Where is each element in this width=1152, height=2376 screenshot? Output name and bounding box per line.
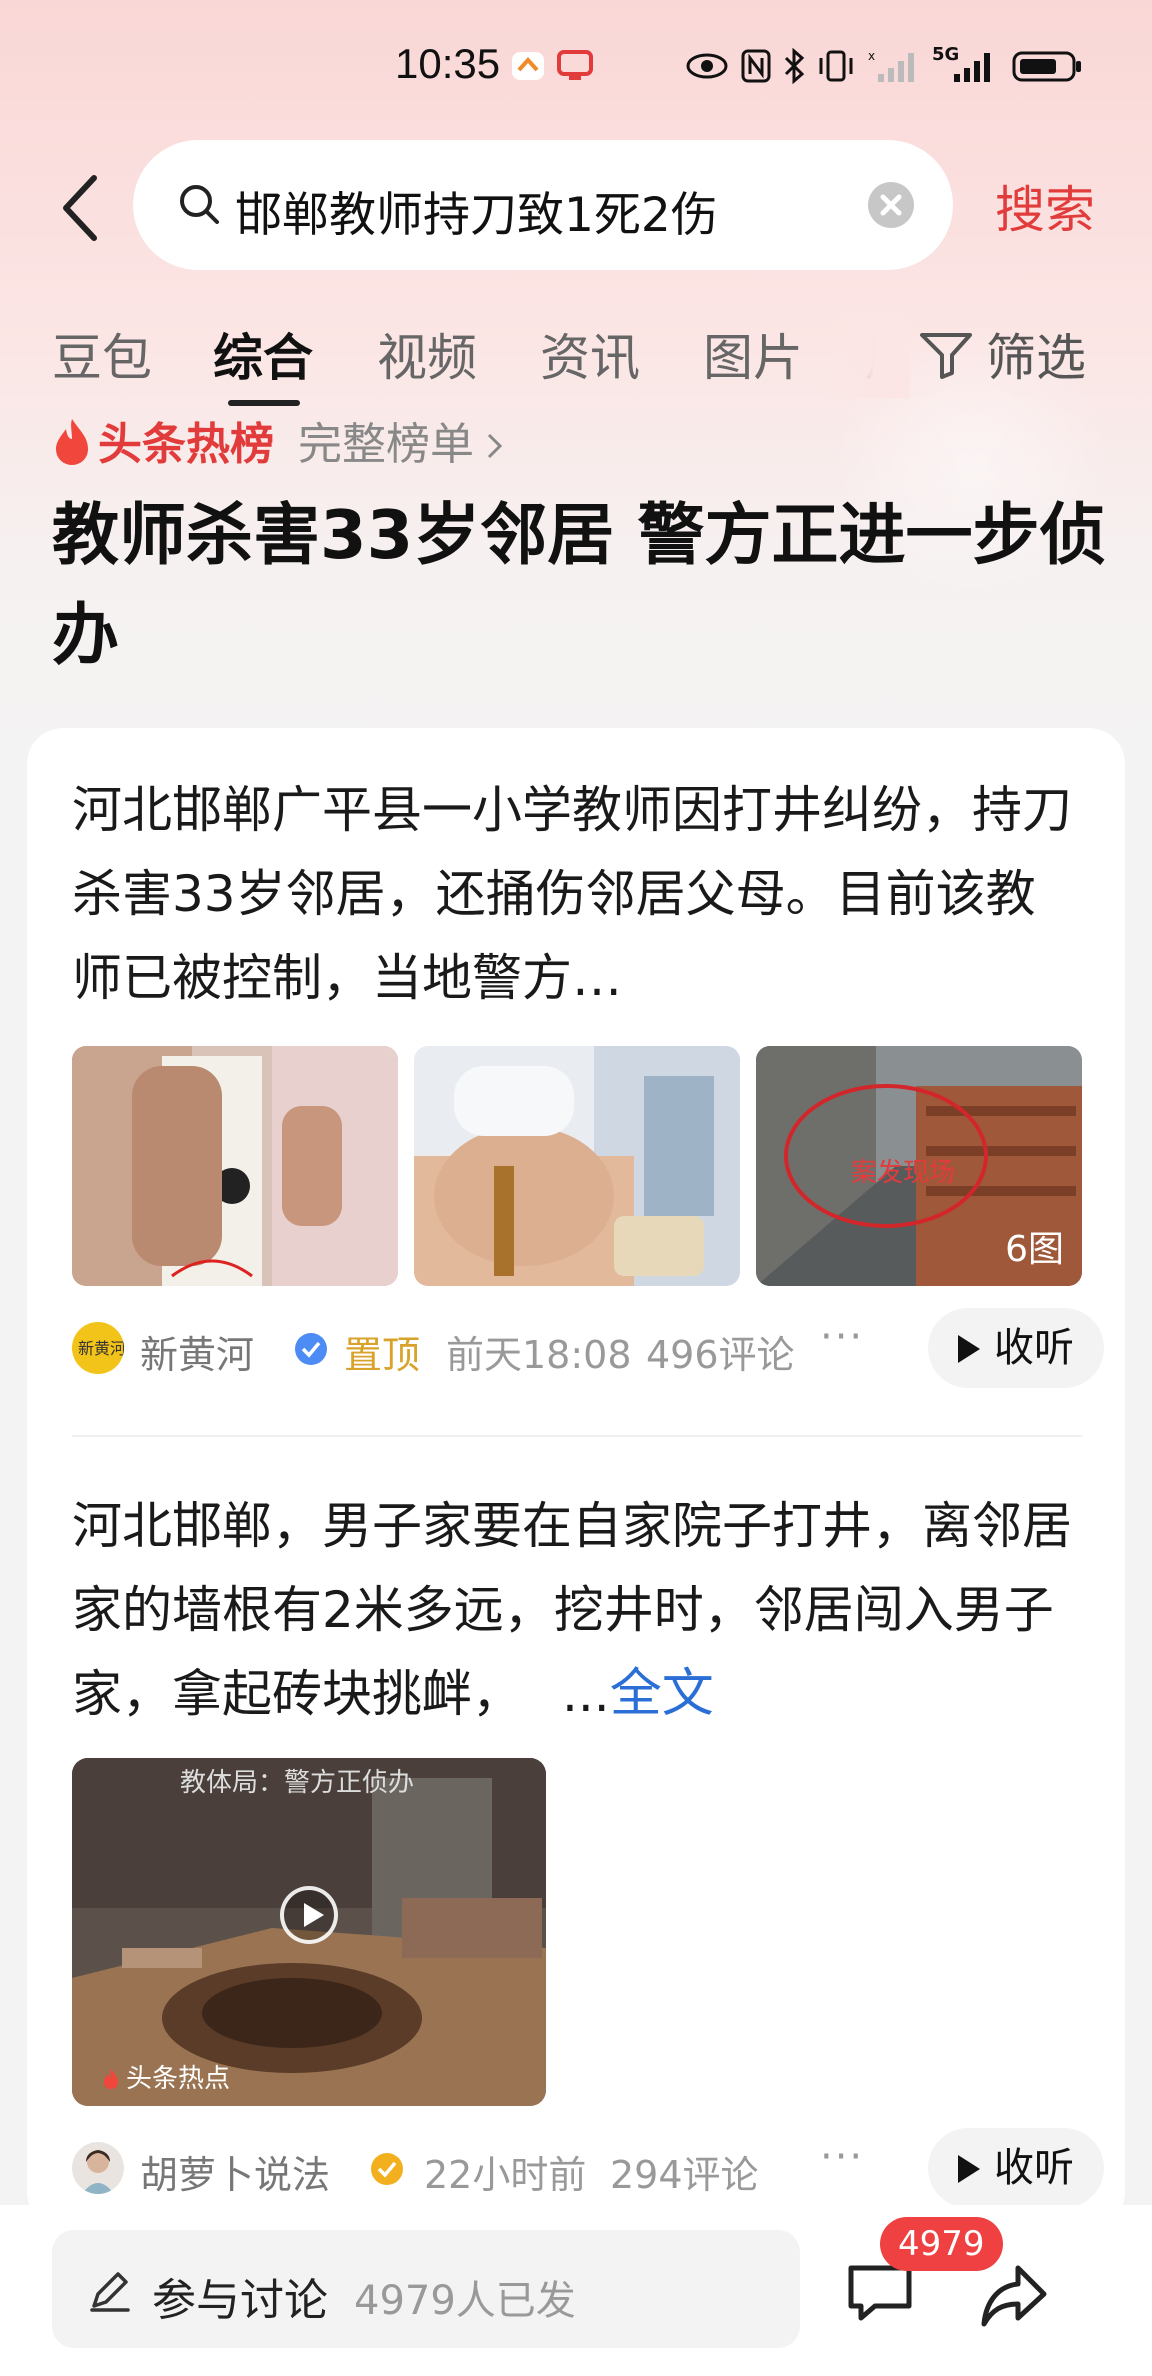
article-1-text[interactable]: 河北邯郸广平县一小学教师因打井纠纷，持刀杀害33岁邻居，还捅伤邻居父母。目前该教… [72, 768, 1082, 1020]
search-query: 邯郸教师持刀致1死2伤 [235, 188, 718, 243]
vibrate-icon [819, 50, 853, 82]
full-list-link[interactable]: 完整榜单 [298, 419, 474, 470]
bluetooth-icon [784, 48, 805, 84]
tab-comprehensive[interactable]: 综合 [213, 318, 313, 390]
status-bar: 10:35 x 5G [0, 0, 1152, 130]
publish-time: 前天18:08 [446, 1333, 632, 1377]
pen-icon [90, 2272, 130, 2312]
svg-text:x: x [868, 49, 875, 63]
video-caption: 教体局：警方正侦办 [180, 1768, 415, 1798]
participant-count: 4979人已发 [354, 2278, 576, 2324]
search-button[interactable]: 搜索 [995, 170, 1095, 242]
listen-button[interactable]: 收听 [928, 2128, 1104, 2208]
source-avatar[interactable] [72, 2142, 124, 2194]
battery-icon [1012, 51, 1081, 82]
filter-button[interactable]: 筛选 [918, 318, 1086, 398]
bottom-bar: 参与讨论 4979人已发 4979 [0, 2205, 1152, 2376]
chevron-right-icon [487, 433, 503, 459]
svg-text:新黄河: 新黄河 [78, 1339, 124, 1358]
publish-time: 22小时前 [424, 2153, 587, 2197]
hot-list-row[interactable]: 头条热榜 完整榜单 [52, 408, 504, 470]
article-1-image-1[interactable] [72, 1046, 398, 1286]
status-time: 10:35 [395, 40, 501, 87]
more-options-icon[interactable]: ··· [820, 1314, 864, 1360]
more-options-icon[interactable]: ··· [820, 2134, 864, 2180]
results-card: 河北邯郸广平县一小学教师因打井纠纷，持刀杀害33岁邻居，还捅伤邻居父母。目前该教… [27, 728, 1125, 2228]
verified-icon [295, 1333, 327, 1365]
comment-count[interactable]: 294评论 [610, 2144, 759, 2199]
verified-icon [371, 2153, 403, 2185]
share-icon[interactable] [978, 2260, 1050, 2332]
tab-news[interactable]: 资讯 [540, 318, 640, 390]
flame-icon [56, 419, 88, 465]
hot-headline[interactable]: 教师杀害33岁邻居 警方正进一步侦办 [52, 485, 1112, 685]
play-icon [958, 1335, 980, 1363]
tab-doubao[interactable]: 豆包 [52, 318, 152, 390]
video-badge-label: 头条热点 [126, 2064, 231, 2094]
video-badge: 头条热点 [102, 2058, 230, 2095]
article-2-meta: 胡萝卜说法 22小时前 294评论 ··· 收听 [72, 2128, 1104, 2208]
listen-label: 收听 [994, 1325, 1074, 1371]
clear-icon[interactable] [868, 182, 914, 228]
search-input[interactable]: 邯郸教师持刀致1死2伤 [133, 140, 953, 270]
discussion-label: 参与讨论 [152, 2275, 328, 2326]
article-2-text[interactable]: 河北邯郸，男子家要在自家院子打井，离邻居家的墙根有2米多远，挖井时，邻居闯入男子… [72, 1484, 1082, 1736]
tab-images[interactable]: 图片 [703, 318, 803, 390]
listen-label: 收听 [994, 2145, 1074, 2191]
eye-icon [686, 53, 728, 79]
tabs-fade [820, 318, 910, 398]
hot-list-label: 头条热榜 [98, 419, 274, 470]
back-button[interactable] [52, 168, 112, 248]
nfc-icon [741, 49, 771, 83]
full-text-link[interactable]: 全文 [610, 1664, 714, 1724]
article-2-video[interactable]: 教体局：警方正侦办 头条热点 [72, 1758, 546, 2106]
listen-button[interactable]: 收听 [928, 1308, 1104, 1388]
pinned-badge: 置顶 [344, 1333, 421, 1377]
article-1-image-2[interactable] [414, 1046, 740, 1286]
image-overlay-text: 案发现场 [851, 1158, 955, 1188]
message-app-icon [557, 50, 593, 80]
discussion-input[interactable]: 参与讨论 4979人已发 [52, 2230, 800, 2348]
search-icon [180, 185, 219, 224]
comment-count[interactable]: 496评论 [646, 1324, 795, 1379]
flame-icon [103, 2068, 119, 2090]
play-icon [958, 2155, 980, 2183]
divider [72, 1435, 1082, 1437]
signal-1-icon: x [868, 49, 914, 82]
tab-video[interactable]: 视频 [377, 318, 477, 390]
filter-icon [920, 333, 972, 379]
image-count: 6图 [1005, 1229, 1064, 1270]
source-name[interactable]: 胡萝卜说法 [140, 2144, 330, 2199]
signal-2-icon [954, 53, 990, 82]
article-1-image-3[interactable]: 案发现场 6图 [756, 1046, 1082, 1286]
filter-label: 筛选 [986, 329, 1086, 387]
play-icon[interactable] [280, 1886, 338, 1944]
ellipsis: ... [562, 1665, 610, 1723]
article-1-images[interactable]: 案发现场 6图 [72, 1046, 1082, 1286]
active-tab-indicator [228, 400, 300, 406]
source-name[interactable]: 新黄河 [140, 1324, 254, 1379]
source-avatar[interactable]: 新黄河 [72, 1322, 124, 1374]
home-app-icon [512, 52, 544, 80]
article-1-meta: 新黄河 新黄河 置顶 前天18:08 496评论 ··· 收听 [72, 1308, 1104, 1388]
